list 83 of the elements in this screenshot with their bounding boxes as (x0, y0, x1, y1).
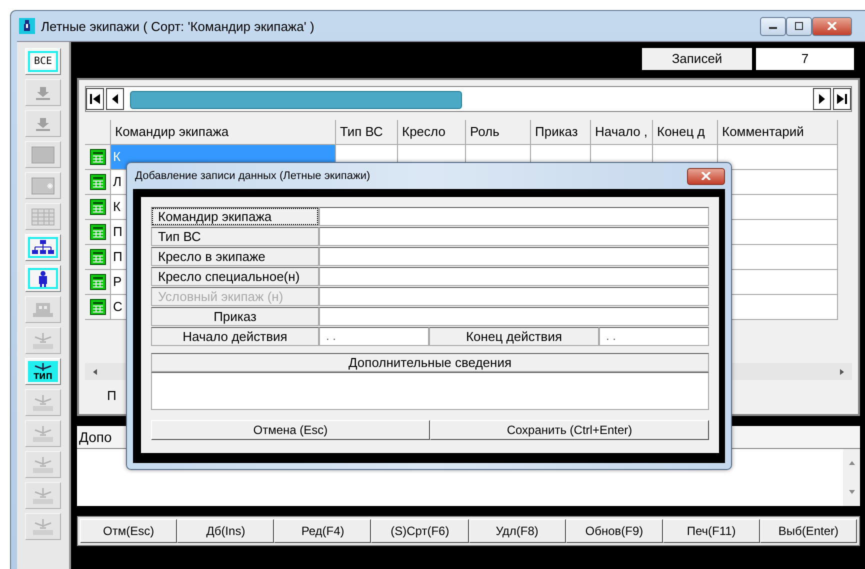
column-header[interactable]: Начало , (591, 120, 653, 145)
last-record-button[interactable] (833, 88, 851, 110)
tab[interactable]: П (103, 384, 116, 408)
input-field[interactable] (319, 227, 709, 246)
previous-record-button[interactable] (106, 88, 124, 110)
scroll-up-icon (848, 460, 856, 466)
scroll-down-icon (848, 488, 856, 495)
dialog-button[interactable]: Отмена (Esc) (151, 420, 430, 440)
input-field[interactable] (319, 247, 709, 266)
column-header[interactable]: Кресло (398, 120, 466, 145)
input-field[interactable] (319, 287, 709, 306)
maximize-button[interactable] (786, 16, 812, 36)
last-icon (836, 93, 848, 105)
maximize-icon (794, 22, 804, 30)
window-icon (31, 146, 55, 164)
close-icon (701, 172, 711, 180)
toolbar-button[interactable] (25, 234, 61, 261)
toolbar-button[interactable]: ТИП (25, 358, 61, 385)
download-icon (33, 116, 53, 132)
records-count: 7 (756, 48, 854, 70)
column-header[interactable]: Роль (466, 120, 531, 145)
input-field[interactable] (319, 207, 709, 226)
dialog-button[interactable]: Сохранить (Ctrl+Enter) (430, 420, 709, 440)
command-button[interactable]: Отм(Esc) (80, 519, 178, 543)
close-button[interactable] (812, 16, 852, 36)
record-icon (90, 274, 106, 290)
record-icon (90, 249, 106, 265)
toolbar-button[interactable]: ВСЕ (25, 48, 61, 75)
close-button[interactable] (687, 168, 725, 184)
download-icon (33, 84, 53, 100)
field-label: Кресло в экипаже (151, 247, 319, 266)
column-header[interactable]: Командир экипажа (111, 120, 336, 145)
column-header[interactable]: Комментарий (718, 120, 838, 145)
command-button[interactable]: Дб(Ins) (177, 519, 274, 543)
record-icon (90, 149, 106, 165)
section-header: Дополнительные сведения (151, 353, 709, 372)
card-icon (31, 176, 55, 194)
app-icon (19, 18, 35, 34)
records-label: Записей (642, 48, 752, 70)
plane-icon (31, 486, 55, 504)
record-icon (90, 199, 106, 215)
command-button[interactable]: Печ(F11) (662, 519, 760, 543)
command-button[interactable]: Ред(F4) (274, 519, 372, 543)
command-button[interactable]: (S)Срт(F6) (371, 519, 468, 543)
first-icon (89, 93, 101, 105)
input-field[interactable] (319, 267, 709, 286)
plane-icon (31, 394, 55, 412)
grid-icon (31, 208, 55, 226)
column-header[interactable]: Конец д (653, 120, 718, 145)
notes-text-area[interactable] (151, 372, 709, 410)
record-icon (90, 224, 106, 240)
field-label: Кресло специальное(н) (151, 267, 319, 286)
robot-icon (31, 300, 55, 318)
command-button[interactable]: Удл(F8) (468, 519, 566, 543)
hierarchy-icon (31, 238, 55, 256)
toolbar-button[interactable] (25, 265, 61, 292)
date-label: Конец действия (429, 327, 599, 346)
column-header[interactable]: Тип ВС (336, 120, 398, 145)
next-record-button[interactable] (813, 88, 831, 110)
date-label: Начало действия (151, 327, 319, 346)
input-field[interactable] (319, 307, 709, 326)
record-icon (90, 174, 106, 190)
first-record-button[interactable] (86, 88, 104, 110)
record-icon (90, 299, 106, 315)
plane-icon (31, 456, 55, 474)
command-button[interactable]: Выб(Enter) (760, 519, 857, 543)
field-label: Приказ (151, 307, 319, 326)
scroll-right-icon (838, 368, 846, 376)
date-field[interactable]: . . (599, 327, 709, 346)
date-field[interactable]: . . (319, 327, 429, 346)
minimize-button[interactable] (760, 16, 786, 36)
command-button[interactable]: Обнов(F9) (566, 519, 663, 543)
scroll-left-icon (91, 368, 99, 376)
plane-icon (31, 518, 55, 536)
field-label: Тип ВС (151, 227, 319, 246)
close-icon (827, 22, 837, 30)
plane-icon (31, 424, 55, 442)
plane-icon (31, 332, 55, 350)
navigator-slider-thumb[interactable] (130, 91, 462, 109)
field-label: Условный экипаж (н) (151, 287, 319, 306)
field-label: Командир экипажа (151, 207, 319, 226)
column-header[interactable]: Приказ (531, 120, 591, 145)
window-title: Летные экипажи ( Сорт: 'Командир экипажа' ) (41, 18, 314, 34)
